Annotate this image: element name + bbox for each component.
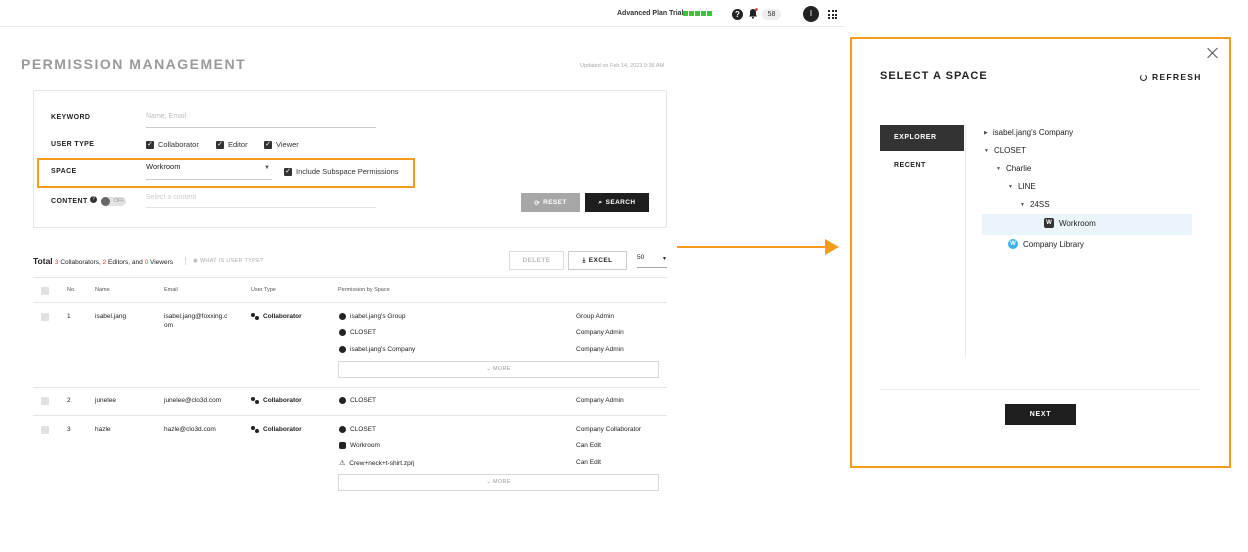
info-icon[interactable]: ? (90, 196, 97, 203)
tree-item-season[interactable]: ▼ 24SS (1020, 200, 1050, 209)
table-header: No. Name Email User Type Permission by S… (33, 277, 667, 303)
chevron-down-icon: ▼ (264, 165, 270, 171)
page-title: PERMISSION MANAGEMENT (21, 56, 247, 72)
refresh-button[interactable]: REFRESH (1140, 72, 1202, 82)
user-type-collaborator: Collaborator (251, 313, 302, 320)
col-user-type: User Type (251, 287, 276, 293)
row-checkbox[interactable] (41, 313, 49, 321)
row-checkbox[interactable] (41, 426, 49, 434)
workroom-icon (339, 442, 346, 449)
help-icon[interactable]: ? (732, 9, 743, 20)
callout-arrow (677, 246, 827, 248)
top-bar: Advanced Plan Trial ? 58 I (0, 0, 845, 27)
close-icon[interactable] (1207, 47, 1219, 59)
user-type-collaborator: Collaborator (251, 397, 302, 404)
space-label: SPACE (51, 168, 77, 175)
tree-item-charlie[interactable]: ▼ Charlie (996, 164, 1031, 173)
closet-icon (339, 329, 346, 336)
permission-space: CLOSET (339, 397, 376, 404)
garment-file-icon: ⚠ (339, 460, 346, 467)
permission-space: Workroom (339, 442, 380, 449)
user-type-collaborator: Collaborator (251, 426, 302, 433)
company-icon (339, 346, 346, 353)
chevron-right-icon: ▶ (984, 129, 988, 136)
tab-recent[interactable]: RECENT (880, 153, 964, 179)
more-button[interactable]: ⌄ MORE (338, 474, 659, 491)
chevron-down-icon: ▼ (1008, 183, 1013, 190)
callout-arrow-head (825, 239, 839, 255)
refresh-icon (1140, 73, 1147, 81)
bell-icon[interactable] (748, 8, 758, 19)
col-permission: Permission by Space (338, 287, 390, 293)
row-checkbox[interactable] (41, 397, 49, 405)
chevron-down-icon: ▼ (996, 165, 1001, 172)
total-summary: Total 3 Collaborators, 2 Editors, and 0 … (33, 256, 173, 266)
delete-button[interactable]: DELETE (509, 251, 564, 270)
users-icon (251, 313, 260, 320)
permission-space: ⚠ Crew+neck+t-shirt.zprj (339, 459, 415, 468)
reset-button[interactable]: ⟳ RESET (521, 193, 580, 212)
col-no: No. (67, 287, 76, 293)
keyword-input[interactable]: Name, Email (146, 110, 376, 128)
col-name: Name (95, 287, 110, 293)
chevron-down-icon: ▼ (1020, 201, 1025, 208)
trial-progress-bar (683, 11, 712, 16)
tree-item-closet[interactable]: ▼ CLOSET (984, 146, 1026, 155)
editor-checkbox[interactable]: ✓ Editor (216, 140, 248, 149)
select-all-checkbox[interactable] (41, 287, 49, 295)
excel-button[interactable]: ⤓ EXCEL (568, 251, 627, 270)
plan-trial-label[interactable]: Advanced Plan Trial (617, 10, 684, 17)
user-type-label: USER TYPE (51, 141, 95, 148)
per-page-select[interactable]: 50 ▼ (637, 254, 667, 268)
chevron-down-icon: ▼ (984, 147, 989, 154)
chevron-down-icon: ▼ (662, 256, 667, 262)
closet-icon (339, 397, 346, 404)
content-label: CONTENT (51, 198, 88, 205)
users-icon (251, 397, 260, 404)
include-subspace-checkbox[interactable]: ✓ Include Subspace Permissions (284, 167, 399, 176)
content-toggle[interactable]: OFF (101, 197, 126, 206)
tree-item-line[interactable]: ▼ LINE (1008, 182, 1036, 191)
tree-item-company-library[interactable]: W Company Library (1008, 239, 1084, 249)
avatar[interactable]: I (803, 6, 819, 22)
users-icon (251, 426, 260, 433)
content-select[interactable]: Select a content (146, 194, 376, 208)
col-email: Email (164, 287, 178, 293)
tab-explorer[interactable]: EXPLORER (880, 125, 964, 151)
next-button[interactable]: NEXT (1005, 404, 1076, 425)
permission-space: CLOSET (339, 426, 376, 433)
permission-space: isabel.jang's Company (339, 346, 415, 353)
updated-timestamp: Updated on Feb 14, 2023 9:36 AM (580, 63, 665, 69)
collaborator-checkbox[interactable]: ✓ Collaborator (146, 140, 199, 149)
more-button[interactable]: ⌄ MORE (338, 361, 659, 378)
search-icon: ⌕ (598, 198, 603, 206)
app-grid-icon[interactable] (828, 10, 837, 19)
workroom-icon: W (1044, 218, 1054, 228)
closet-icon (339, 426, 346, 433)
tree-item-workroom[interactable]: W Workroom (1044, 218, 1096, 228)
search-button[interactable]: ⌕ SEARCH (585, 193, 649, 212)
permission-space: isabel.jang's Group (339, 313, 405, 320)
tree-item-company[interactable]: ▶ isabel.jang's Company (984, 128, 1073, 137)
download-icon: ⤓ (582, 256, 586, 264)
notification-count: 58 (762, 9, 781, 20)
what-is-user-type-link[interactable]: ◉ WHAT IS USER TYPE? (193, 258, 263, 264)
refresh-icon: ⟳ (534, 199, 541, 207)
viewer-checkbox[interactable]: ✓ Viewer (264, 140, 299, 149)
space-select[interactable]: Workroom ▼ (146, 162, 272, 180)
library-icon: W (1008, 239, 1018, 249)
modal-title: SELECT A SPACE (880, 70, 988, 82)
permission-space: CLOSET (339, 329, 376, 336)
keyword-label: KEYWORD (51, 114, 91, 121)
group-icon (339, 313, 346, 320)
